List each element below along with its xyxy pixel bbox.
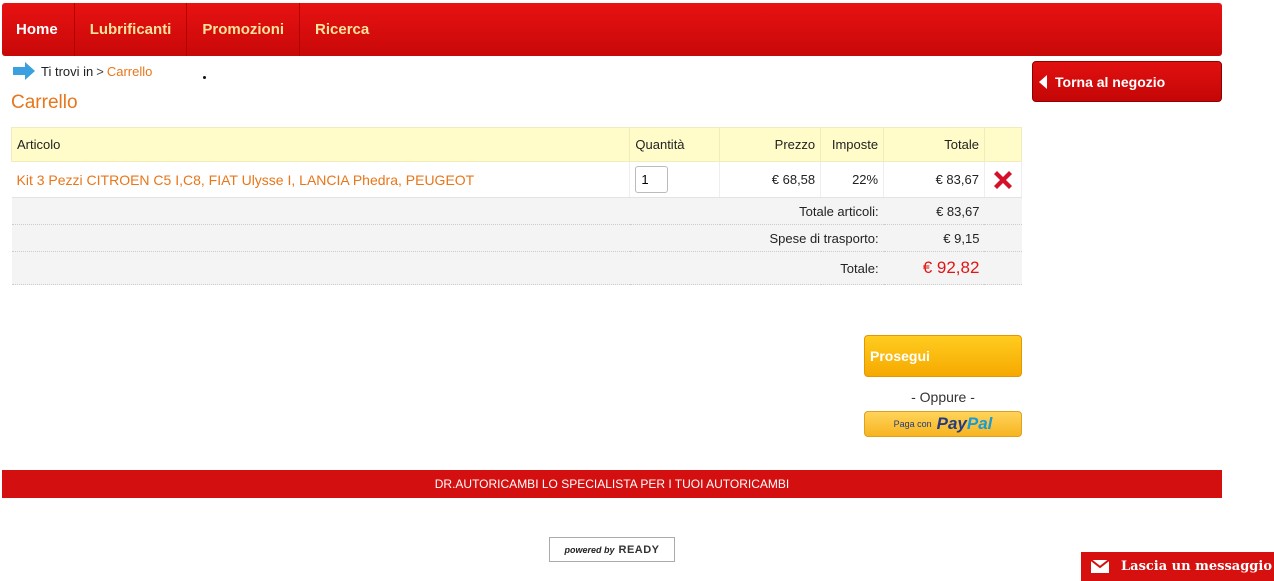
mail-icon — [1091, 560, 1109, 573]
leave-message-label: Lascia un messaggio — [1121, 559, 1272, 574]
footer-text: DR.AUTORICAMBI LO SPECIALISTA PER I TUOI… — [434, 477, 790, 491]
summary-shipping-label: Spese di trasporto: — [11, 224, 884, 252]
breadcrumb: Ti trovi in > Carrello — [12, 61, 152, 81]
summary-items-value: € 83,67 — [883, 197, 985, 225]
header-imposte: Imposte — [820, 127, 885, 162]
back-to-shop-label: Torna al negozio — [1055, 73, 1166, 90]
footer-bar: DR.AUTORICAMBI LO SPECIALISTA PER I TUOI… — [2, 470, 1222, 498]
paypal-button[interactable]: Paga con Pay Pal — [864, 411, 1022, 437]
arrow-right-icon — [13, 62, 35, 80]
total-cell: € 83,67 — [883, 161, 985, 198]
delete-cell — [984, 161, 1023, 198]
header-quantita: Quantità — [629, 127, 721, 162]
or-separator-text: - Oppure - — [911, 389, 975, 405]
header-actions — [983, 127, 1023, 162]
page-title: Carrello — [11, 92, 78, 113]
nav-lubrificanti[interactable]: Lubrificanti — [75, 3, 188, 56]
summary-spacer — [984, 251, 1022, 285]
cart-header-row: Articolo Quantità Prezzo Imposte Totale — [10, 127, 1023, 162]
breadcrumb-separator: > — [96, 63, 104, 79]
summary-grand-value: € 92,82 — [883, 251, 985, 285]
table-row: Kit 3 Pezzi CITROEN C5 I,C8, FIAT Ulysse… — [11, 161, 1023, 198]
breadcrumb-current[interactable]: Carrello — [107, 64, 153, 79]
price-cell: € 68,58 — [719, 161, 822, 198]
breadcrumb-prefix: Ti trovi in — [41, 63, 94, 79]
nav-promozioni[interactable]: Promozioni — [187, 3, 301, 56]
summary-shipping-row: Spese di trasporto: € 9,15 — [11, 224, 1022, 252]
header-articolo: Articolo — [10, 127, 631, 162]
top-navigation: Home Lubrificanti Promozioni Ricerca — [2, 3, 1222, 56]
powered-by-badge[interactable]: powered by READY — [549, 537, 675, 562]
header-totale: Totale — [883, 127, 985, 162]
summary-items-row: Totale articoli: € 83,67 — [11, 197, 1022, 225]
header-prezzo: Prezzo — [719, 127, 822, 162]
powered-brand: READY — [618, 543, 660, 556]
quantity-cell — [629, 161, 721, 198]
summary-items-label: Totale articoli: — [11, 197, 884, 225]
powered-prefix: powered by — [564, 544, 615, 555]
summary-grand-label: Totale: — [11, 251, 884, 285]
chevron-left-icon — [1039, 74, 1047, 89]
quantity-input[interactable] — [635, 166, 669, 193]
summary-shipping-value: € 9,15 — [883, 224, 985, 252]
back-to-shop-button[interactable]: Torna al negozio — [1032, 61, 1222, 102]
nav-ricerca[interactable]: Ricerca — [300, 3, 384, 56]
paypal-brand-pal: Pal — [966, 414, 993, 433]
proceed-button[interactable]: Prosegui — [864, 335, 1022, 377]
paypal-brand-pay: Pay — [936, 414, 967, 433]
summary-spacer — [984, 224, 1022, 252]
product-link[interactable]: Kit 3 Pezzi CITROEN C5 I,C8, FIAT Ulysse… — [11, 161, 631, 198]
summary-grand-row: Totale: € 92,82 — [11, 251, 1022, 285]
summary-spacer — [984, 197, 1022, 225]
paypal-prefix: Paga con — [893, 419, 932, 429]
nav-home[interactable]: Home — [2, 3, 75, 56]
decorative-dot — [203, 76, 206, 79]
cart-table: Articolo Quantità Prezzo Imposte Totale … — [10, 127, 1023, 285]
delete-icon[interactable] — [990, 167, 1016, 193]
leave-message-widget[interactable]: Lascia un messaggio — [1081, 552, 1274, 581]
tax-cell: 22% — [820, 161, 885, 198]
